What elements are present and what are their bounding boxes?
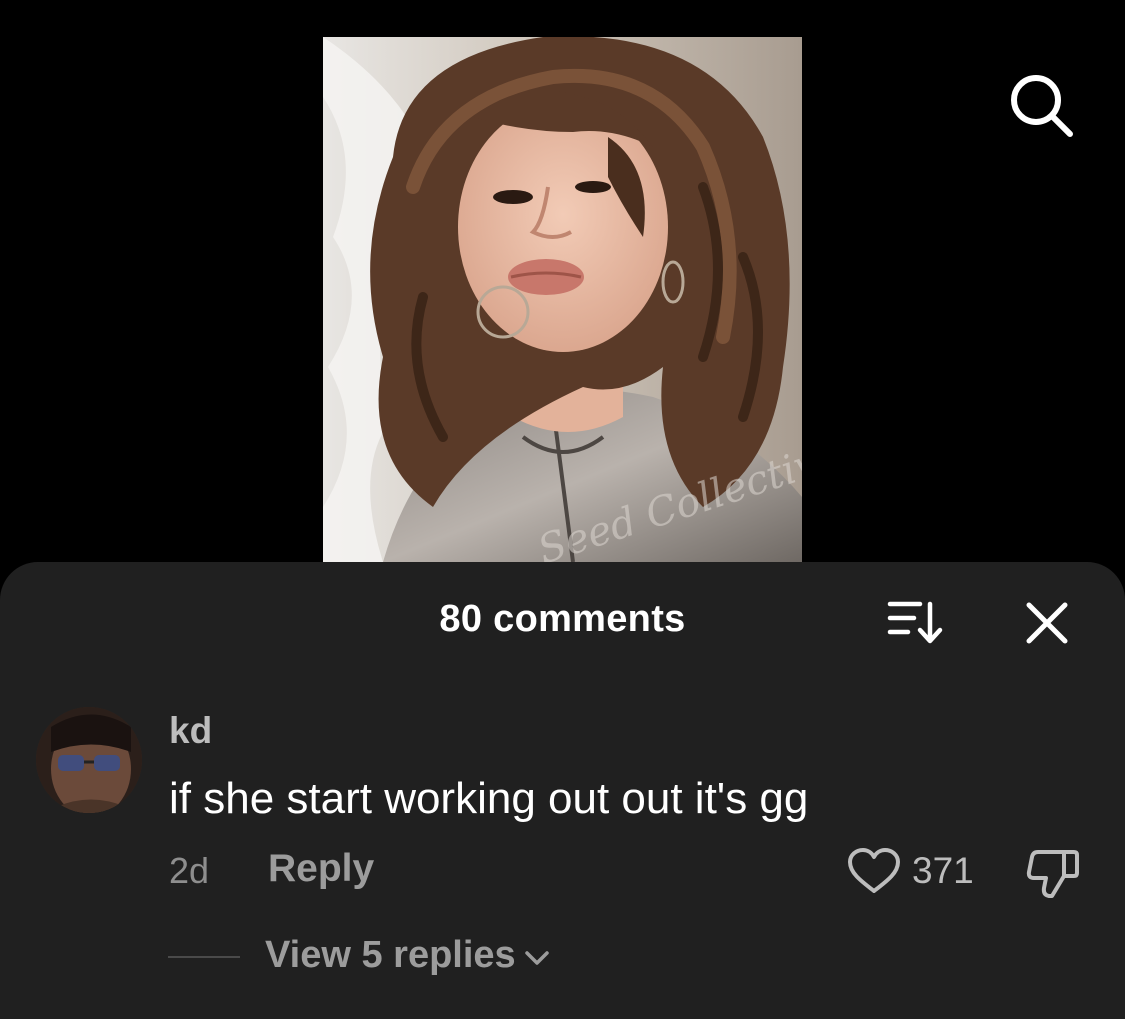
comments-count-title: 80 comments: [439, 598, 686, 640]
comment-text: if she start working out out it's gg: [169, 774, 809, 823]
search-button[interactable]: [1002, 66, 1080, 144]
heart-icon: [848, 848, 900, 893]
view-replies-button[interactable]: View 5 replies: [265, 934, 550, 977]
sort-icon: [887, 601, 943, 644]
close-icon: [1026, 602, 1068, 644]
video-comments-screen: Seed Collective 80 comments kd if she st…: [0, 0, 1125, 1019]
commenter-avatar[interactable]: [36, 707, 142, 813]
close-comments-button[interactable]: [1020, 596, 1074, 650]
chevron-down-icon: [524, 950, 549, 965]
comment-timestamp: 2d: [169, 850, 210, 891]
search-icon: [1011, 75, 1073, 137]
avatar-image: [36, 707, 142, 813]
like-count: 371: [912, 850, 974, 891]
like-button[interactable]: [845, 846, 903, 896]
view-replies-label: View 5 replies: [265, 934, 516, 976]
sort-comments-button[interactable]: [884, 598, 946, 646]
replies-divider: [168, 956, 240, 958]
video-player[interactable]: Seed Collective: [323, 37, 802, 562]
comment-username[interactable]: kd: [169, 710, 212, 752]
comments-sheet: 80 comments kd if she start working out …: [0, 562, 1125, 1019]
video-frame-image: Seed Collective: [323, 37, 802, 562]
reply-button[interactable]: Reply: [268, 847, 374, 891]
dislike-button[interactable]: [1024, 846, 1080, 900]
thumbs-down-icon: [1026, 850, 1079, 898]
